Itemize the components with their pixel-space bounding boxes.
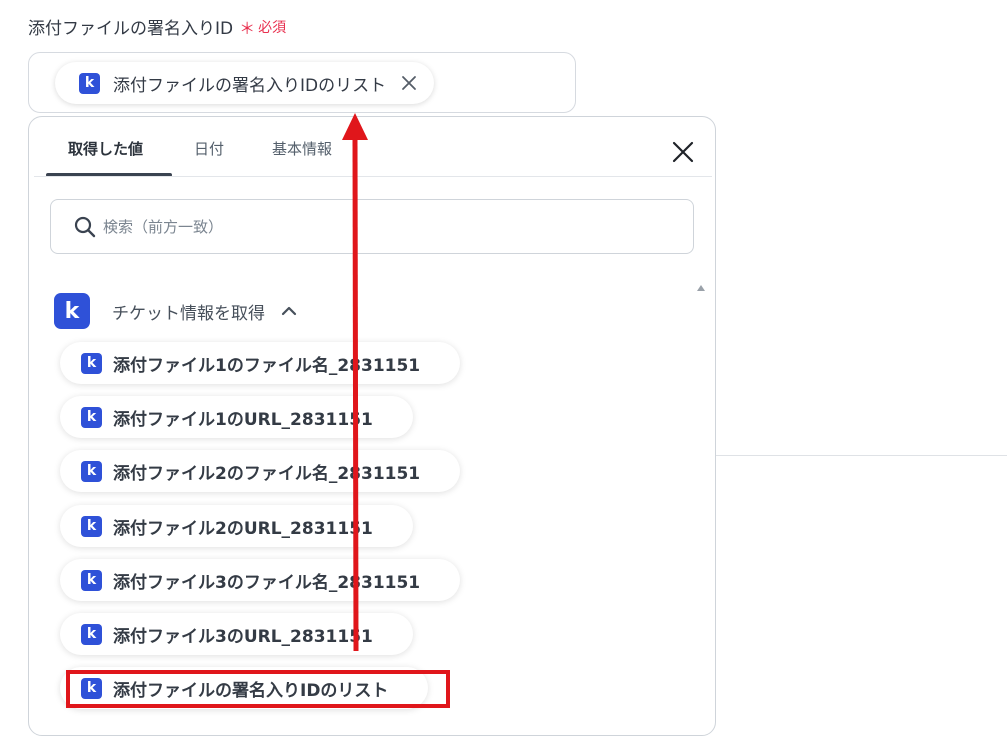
- chevron-up-icon[interactable]: [279, 301, 299, 321]
- required-asterisk: ＊: [239, 18, 256, 38]
- section-header-get-ticket-info[interactable]: k チケット情報を取得: [54, 292, 299, 330]
- list-item[interactable]: k 添付ファイル1のファイル名_2831151: [60, 342, 461, 384]
- kintone-k-icon: k: [81, 623, 102, 645]
- section-title: チケット情報を取得: [112, 303, 265, 324]
- list-item[interactable]: k 添付ファイル1のURL_2831151: [60, 396, 413, 438]
- tab-date[interactable]: 日付: [194, 138, 224, 159]
- background-divider: [716, 455, 1007, 456]
- tab-basic-info[interactable]: 基本情報: [272, 138, 332, 159]
- scroll-up-arrow-icon[interactable]: [696, 283, 706, 293]
- list-item-label: 添付ファイル1のファイル名_2831151: [113, 355, 421, 376]
- panel-tabs: 取得した値 日付 基本情報: [29, 117, 715, 177]
- search-input[interactable]: 検索（前方一致）: [50, 199, 694, 254]
- kintone-k-icon: k: [81, 406, 102, 428]
- required-badge: 必須: [258, 19, 287, 36]
- list-item-label: 添付ファイル2のURL_2831151: [113, 518, 373, 539]
- list-item[interactable]: k 添付ファイル2のURL_2831151: [60, 505, 413, 547]
- tabs-divider: [34, 176, 712, 177]
- selected-value-chip[interactable]: k 添付ファイルの署名入りIDのリスト: [55, 62, 435, 104]
- list-item-label: 添付ファイル2のファイル名_2831151: [113, 463, 421, 484]
- list-item-label: 添付ファイル3のURL_2831151: [113, 626, 373, 647]
- close-icon[interactable]: [669, 138, 697, 166]
- search-placeholder: 検索（前方一致）: [103, 218, 224, 236]
- chip-label: 添付ファイルの署名入りIDのリスト: [113, 75, 387, 96]
- kintone-k-icon: k: [79, 72, 100, 94]
- kintone-k-icon: k: [81, 515, 102, 537]
- field-label-text: 添付ファイルの署名入りID: [28, 19, 234, 39]
- kintone-k-icon: k: [81, 352, 102, 374]
- search-icon: [74, 216, 96, 237]
- list-item-label: 添付ファイル3のファイル名_2831151: [113, 572, 421, 593]
- tab-acquired-values[interactable]: 取得した値: [68, 138, 143, 159]
- value-picker-panel: 取得した値 日付 基本情報 検索（前方一致） k チケット情報を取得 k 添付フ…: [28, 116, 716, 736]
- field-input[interactable]: k 添付ファイルの署名入りIDのリスト: [28, 52, 576, 113]
- list-item[interactable]: k 添付ファイル3のURL_2831151: [60, 613, 413, 655]
- kintone-k-icon: k: [81, 460, 102, 482]
- kintone-k-icon: k: [54, 293, 90, 329]
- field-label: 添付ファイルの署名入りID ＊ 必須: [28, 14, 287, 40]
- list-item[interactable]: k 添付ファイル3のファイル名_2831151: [60, 559, 461, 601]
- chip-remove-icon[interactable]: [398, 72, 420, 94]
- kintone-k-icon: k: [81, 569, 102, 591]
- annotation-highlight-box: [66, 670, 450, 708]
- list-item[interactable]: k 添付ファイル2のファイル名_2831151: [60, 450, 461, 492]
- list-item-label: 添付ファイル1のURL_2831151: [113, 409, 373, 430]
